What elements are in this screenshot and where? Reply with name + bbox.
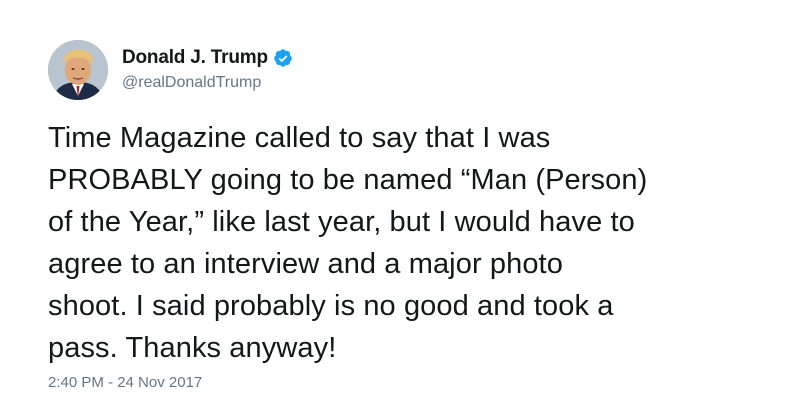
tweet-text: Time Magazine called to say that I was P…: [48, 122, 648, 364]
display-name[interactable]: Donald J. Trump: [122, 46, 268, 70]
avatar[interactable]: [48, 40, 108, 100]
tweet-header: Donald J. Trump @realDonaldTrump: [48, 40, 293, 100]
author-handle[interactable]: @realDonaldTrump: [122, 72, 293, 94]
tweet-timestamp[interactable]: 2:40 PM - 24 Nov 2017: [48, 372, 202, 394]
author-names: Donald J. Trump @realDonaldTrump: [122, 46, 293, 94]
display-name-row: Donald J. Trump: [122, 46, 293, 70]
tweet-card: Donald J. Trump @realDonaldTrump Time Ma…: [0, 0, 800, 420]
avatar-photo-icon: [48, 40, 108, 100]
verified-badge-icon: [273, 48, 293, 68]
